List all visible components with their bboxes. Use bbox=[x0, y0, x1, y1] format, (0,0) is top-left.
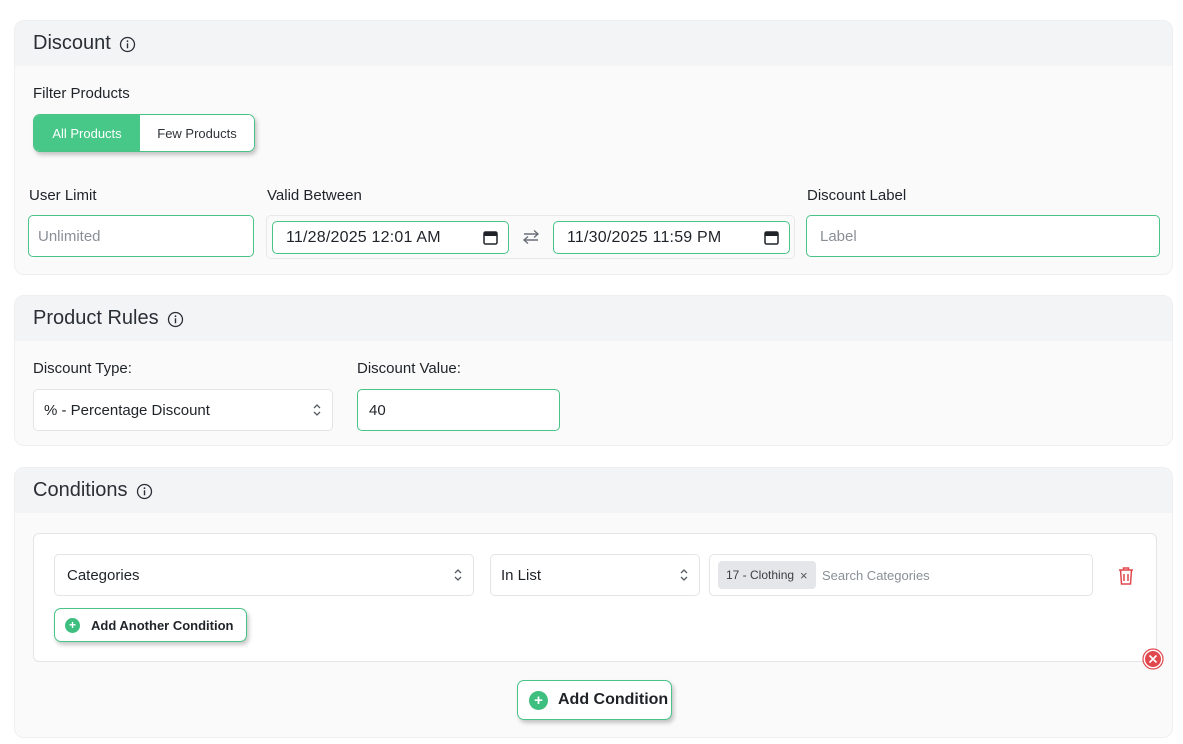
user-limit-input[interactable]: Unlimited bbox=[28, 215, 254, 257]
conditions-header: Conditions bbox=[15, 468, 1172, 513]
calendar-icon[interactable] bbox=[483, 230, 498, 245]
few-products-button[interactable]: Few Products bbox=[140, 115, 254, 151]
swap-icon bbox=[522, 229, 540, 245]
close-circle-icon[interactable] bbox=[1142, 648, 1164, 670]
product-rules-header: Product Rules bbox=[15, 296, 1172, 341]
info-icon[interactable] bbox=[119, 36, 136, 53]
remove-tag-icon[interactable]: × bbox=[800, 568, 808, 583]
category-tag: 17 - Clothing × bbox=[718, 561, 816, 589]
discount-title: Discount bbox=[33, 32, 111, 54]
search-categories-input[interactable]: Search Categories bbox=[822, 555, 930, 595]
chevron-updown-icon bbox=[454, 569, 462, 581]
conditions-title: Conditions bbox=[33, 479, 128, 501]
discount-label-label: Discount Label bbox=[807, 187, 907, 204]
discount-type-value: % - Percentage Discount bbox=[44, 401, 210, 419]
start-datetime-value: 11/28/2025 12:01 AM bbox=[286, 228, 441, 246]
condition-field-value: Categories bbox=[67, 566, 140, 584]
add-condition-label: Add Condition bbox=[558, 691, 669, 708]
plus-circle-icon: + bbox=[65, 617, 80, 633]
info-icon[interactable] bbox=[167, 311, 184, 328]
condition-operator-value: In List bbox=[501, 566, 542, 584]
product-rules-card: Product Rules Discount Type: % - Percent… bbox=[14, 295, 1173, 446]
discount-value-input[interactable]: 40 bbox=[357, 389, 560, 431]
add-another-condition-label: Add Another Condition bbox=[91, 617, 234, 633]
end-datetime-value: 11/30/2025 11:59 PM bbox=[567, 228, 722, 246]
info-icon[interactable] bbox=[136, 483, 153, 500]
chevron-updown-icon bbox=[313, 404, 321, 416]
discount-label-placeholder: Label bbox=[820, 227, 857, 245]
product-rules-title: Product Rules bbox=[33, 307, 159, 329]
valid-between-range: 11/28/2025 12:01 AM 11/30/2025 11:59 PM bbox=[266, 215, 795, 259]
end-datetime-input[interactable]: 11/30/2025 11:59 PM bbox=[553, 221, 790, 254]
filter-products-toggle: All Products Few Products bbox=[33, 114, 255, 152]
category-tag-label: 17 - Clothing bbox=[726, 568, 795, 582]
discount-card: Discount Filter Products All Products Fe… bbox=[14, 20, 1173, 275]
chevron-updown-icon bbox=[680, 569, 688, 581]
user-limit-label: User Limit bbox=[29, 187, 97, 204]
start-datetime-input[interactable]: 11/28/2025 12:01 AM bbox=[272, 221, 509, 254]
plus-circle-icon: + bbox=[529, 690, 548, 710]
calendar-icon[interactable] bbox=[764, 230, 779, 245]
condition-group: Categories In List 17 - Clothing × Searc… bbox=[33, 533, 1157, 662]
user-limit-placeholder: Unlimited bbox=[38, 227, 101, 245]
discount-header: Discount bbox=[15, 21, 1172, 66]
discount-type-select[interactable]: % - Percentage Discount bbox=[33, 389, 333, 431]
valid-between-label: Valid Between bbox=[267, 187, 362, 204]
discount-value: 40 bbox=[369, 401, 386, 419]
discount-label-input[interactable]: Label bbox=[806, 215, 1160, 257]
filter-products-label: Filter Products bbox=[33, 85, 130, 102]
discount-type-label: Discount Type: bbox=[33, 360, 132, 377]
condition-operator-select[interactable]: In List bbox=[490, 554, 700, 596]
all-products-button[interactable]: All Products bbox=[34, 115, 140, 151]
conditions-card: Conditions Categories In List 17 - Cloth… bbox=[14, 467, 1173, 738]
add-condition-button[interactable]: + Add Condition bbox=[517, 680, 672, 720]
discount-value-label: Discount Value: bbox=[357, 360, 461, 377]
category-multiselect[interactable]: 17 - Clothing × Search Categories bbox=[709, 554, 1093, 596]
trash-icon[interactable] bbox=[1117, 566, 1135, 586]
condition-field-select[interactable]: Categories bbox=[54, 554, 474, 596]
add-another-condition-button[interactable]: + Add Another Condition bbox=[54, 608, 247, 642]
